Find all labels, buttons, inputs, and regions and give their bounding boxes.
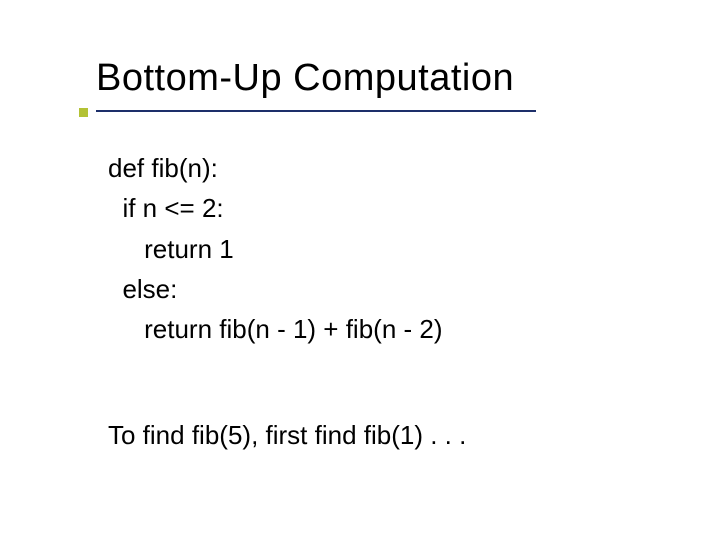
code-line-5: return fib(n - 1) + fib(n - 2) [108, 314, 443, 344]
code-block: def fib(n): if n <= 2: return 1 else: re… [108, 148, 443, 349]
slide-title: Bottom-Up Computation [96, 58, 514, 100]
title-bullet-icon [79, 108, 88, 117]
code-line-2: if n <= 2: [108, 193, 224, 223]
slide-caption: To find fib(5), first find fib(1) . . . [108, 420, 466, 451]
slide-title-wrap: Bottom-Up Computation [96, 58, 514, 100]
slide: Bottom-Up Computation def fib(n): if n <… [0, 0, 720, 540]
code-line-4: else: [108, 274, 177, 304]
code-line-3: return 1 [108, 234, 234, 264]
code-line-1: def fib(n): [108, 153, 218, 183]
title-underline [96, 110, 536, 112]
